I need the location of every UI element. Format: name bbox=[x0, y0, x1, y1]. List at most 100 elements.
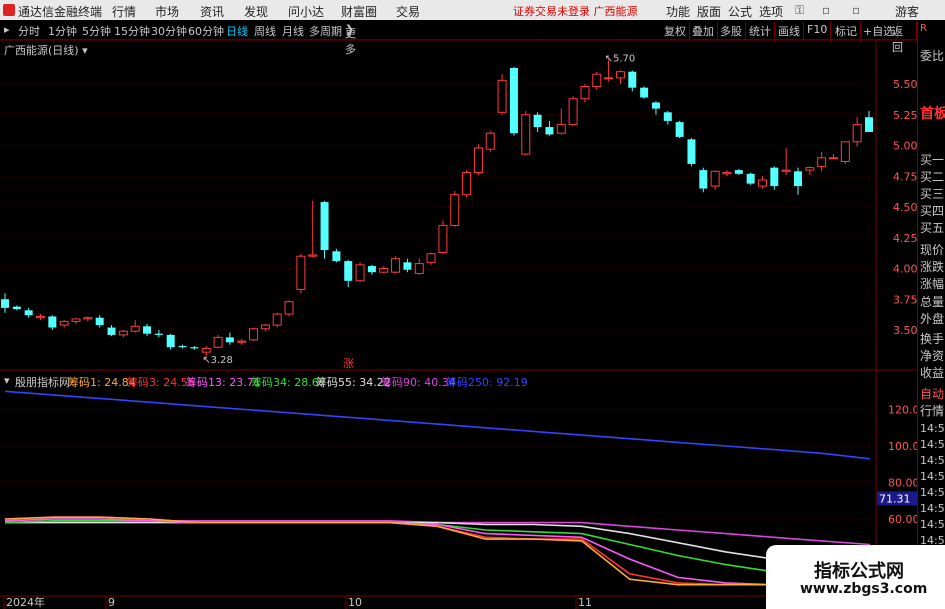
candle-body bbox=[509, 68, 518, 134]
candle-body bbox=[24, 310, 33, 316]
price-tick-label: 4.00 bbox=[893, 263, 917, 276]
date-label: 2024年 bbox=[6, 595, 45, 609]
panel-tag: 首板 bbox=[920, 106, 945, 122]
panel-tab-auto[interactable]: 自动 bbox=[920, 385, 945, 402]
legend-item: 筹码3: 24.55 bbox=[127, 376, 195, 389]
panel-label: 收益 bbox=[920, 366, 945, 380]
panel-label: 买一 bbox=[920, 153, 945, 167]
indicator-name[interactable]: 殷朋指标网 bbox=[15, 374, 70, 390]
candle-body bbox=[793, 171, 802, 187]
price-tick-label: 5.25 bbox=[893, 109, 917, 122]
legend-item: 筹码34: 28.67 bbox=[251, 376, 326, 389]
candle-body bbox=[485, 132, 495, 150]
watermark-line1: 指标公式网 bbox=[814, 561, 904, 582]
candle-body bbox=[699, 170, 708, 189]
kline-chart[interactable]: 5.50 5.25 5.00 4.75 4.50 4.25 4.00 3.75 3.50 120.… bbox=[0, 0, 917, 609]
low-marker: ↖3.28 bbox=[202, 355, 233, 366]
candle-body bbox=[675, 122, 684, 137]
price-tick-label: 5.50 bbox=[893, 78, 917, 91]
candle-body bbox=[865, 117, 873, 132]
tick-time: 14:56 bbox=[920, 502, 945, 515]
indicator-line bbox=[5, 521, 871, 568]
candle-body bbox=[118, 330, 128, 336]
candle-body bbox=[83, 317, 93, 320]
candle-body bbox=[734, 170, 743, 174]
indicator-lines bbox=[4, 390, 871, 586]
indicator-line bbox=[4, 516, 870, 586]
candle-body bbox=[237, 340, 247, 343]
chart-title: 广西能源(日线) ▾ bbox=[4, 42, 88, 58]
watermark: 指标公式网 www.zbgs3.com bbox=[766, 545, 945, 609]
candle-body bbox=[592, 73, 602, 87]
indicator-line bbox=[4, 516, 870, 586]
date-label: 9 bbox=[108, 596, 115, 609]
candle-body bbox=[143, 326, 152, 334]
candle-body bbox=[640, 87, 649, 98]
panel-r[interactable]: R bbox=[920, 23, 945, 34]
candle-body bbox=[154, 333, 163, 335]
candle-body bbox=[426, 253, 436, 263]
panel-label: 涨跌 bbox=[920, 260, 945, 274]
candle-body bbox=[722, 172, 732, 175]
candle-body bbox=[107, 327, 116, 335]
candle-body bbox=[249, 328, 259, 341]
candle-body bbox=[545, 127, 554, 135]
candle-body bbox=[615, 71, 625, 79]
candle-body bbox=[391, 258, 401, 273]
panel-label: 委比 bbox=[920, 49, 945, 63]
candle-body bbox=[604, 77, 614, 80]
candle-body bbox=[367, 266, 376, 273]
candle-body bbox=[12, 306, 21, 310]
dropdown-icon[interactable]: ▾ bbox=[4, 374, 10, 387]
candle-body bbox=[651, 102, 660, 109]
candle-body bbox=[95, 317, 104, 326]
legend-item: 筹码13: 23.71 bbox=[186, 376, 261, 389]
candle-body bbox=[852, 124, 862, 143]
panel-label: 买五 bbox=[920, 221, 945, 235]
candle-body bbox=[272, 313, 282, 326]
candle-body bbox=[296, 255, 306, 290]
panel-label: 涨幅 bbox=[920, 277, 945, 291]
price-tick-label: 4.25 bbox=[893, 232, 917, 245]
candle-body bbox=[201, 347, 211, 353]
candle-body bbox=[663, 112, 672, 121]
indicator-line bbox=[4, 518, 870, 586]
indicator-legend: ▾ 殷朋指标网 筹码1: 24.84 筹码3: 24.55 筹码13: 23.7… bbox=[0, 372, 880, 390]
tick-time: 14:56 bbox=[920, 486, 945, 499]
axes: 5.50 5.25 5.00 4.75 4.50 4.25 4.00 3.75 3.50 120.… bbox=[6, 53, 917, 609]
candle-body bbox=[1, 299, 9, 308]
panel-tab-quote[interactable]: 行情 bbox=[920, 402, 945, 419]
candle-body bbox=[757, 179, 767, 187]
indicator-tick-label: 100.00 bbox=[888, 440, 917, 453]
indicator-line bbox=[4, 390, 871, 460]
price-tick-label: 4.75 bbox=[893, 170, 917, 183]
candle-body bbox=[332, 251, 341, 262]
candle-body bbox=[178, 345, 187, 348]
legend-item: 筹码1: 24.84 bbox=[68, 376, 136, 389]
candle-body bbox=[308, 254, 318, 257]
candle-body bbox=[225, 337, 234, 343]
price-tick-label: 4.50 bbox=[893, 201, 917, 214]
chart-title-text: 广西能源(日线) bbox=[4, 44, 79, 57]
price-tick-label: 3.50 bbox=[893, 324, 917, 337]
candle-body bbox=[190, 347, 199, 349]
price-tick-label: 3.75 bbox=[893, 293, 917, 306]
candle-body bbox=[497, 79, 507, 113]
panel-label: 总量 bbox=[920, 295, 945, 309]
candle-body bbox=[580, 85, 590, 100]
panel-label: 净资 bbox=[920, 349, 945, 363]
candle-body bbox=[379, 268, 389, 273]
candle-body bbox=[568, 98, 578, 126]
tick-time: 14:56 bbox=[920, 438, 945, 451]
limit-up-label: 涨 bbox=[343, 357, 354, 370]
indicator-line bbox=[4, 519, 870, 577]
candle-body bbox=[473, 147, 483, 174]
tick-time: 14:56 bbox=[920, 454, 945, 467]
candle-body bbox=[213, 336, 223, 348]
watermark-line2: www.zbgs3.com bbox=[800, 581, 928, 597]
dropdown-icon[interactable]: ▾ bbox=[82, 44, 88, 57]
candle-body bbox=[344, 261, 353, 281]
panel-label: 换手 bbox=[920, 332, 945, 346]
date-label: 11 bbox=[578, 596, 592, 609]
panel-label: 现价 bbox=[920, 243, 945, 257]
